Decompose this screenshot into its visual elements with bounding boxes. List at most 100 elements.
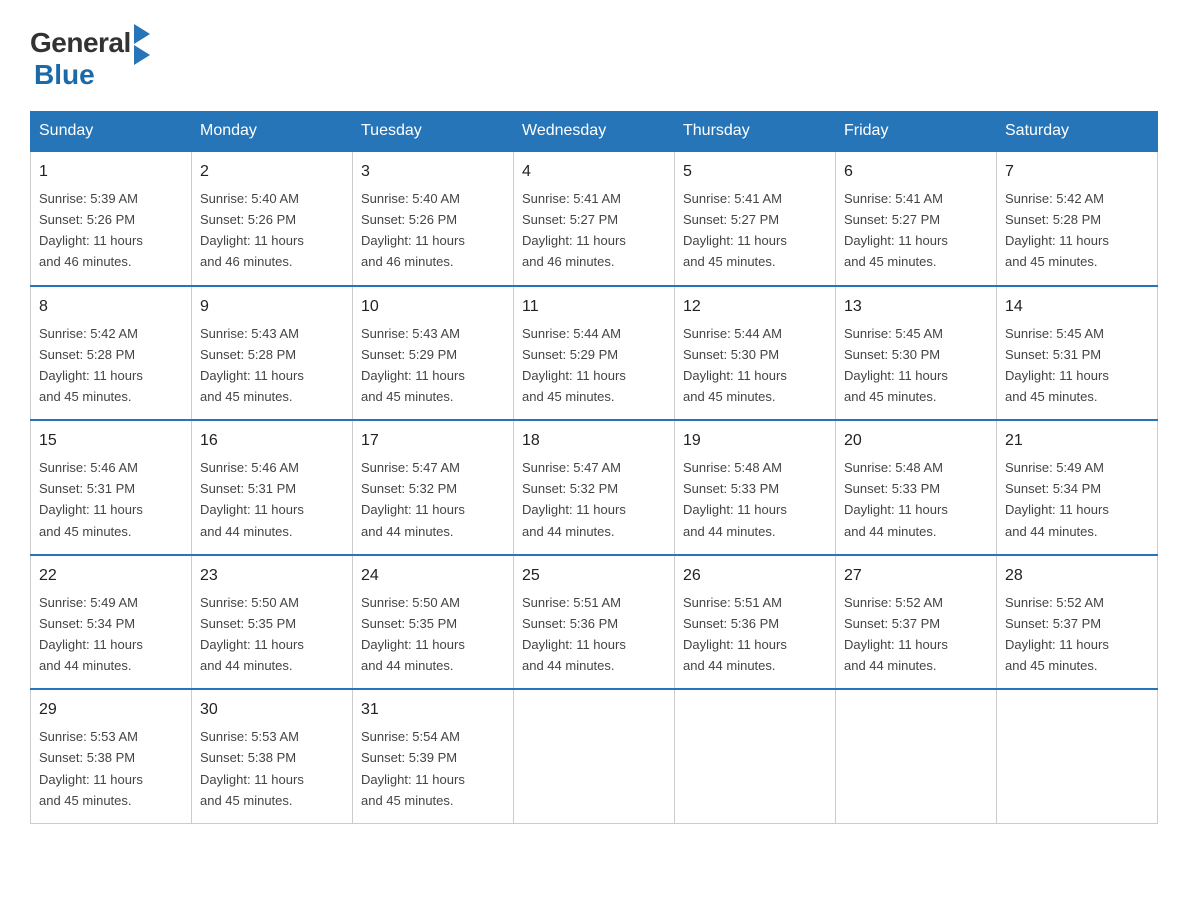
logo-general-text: General: [30, 27, 131, 59]
calendar-cell: 11 Sunrise: 5:44 AMSunset: 5:29 PMDayligh…: [514, 286, 675, 421]
calendar-cell: 8 Sunrise: 5:42 AMSunset: 5:28 PMDaylight…: [31, 286, 192, 421]
calendar-cell: 31 Sunrise: 5:54 AMSunset: 5:39 PMDayligh…: [353, 689, 514, 823]
day-number: 14: [1005, 295, 1149, 319]
day-number: 18: [522, 429, 666, 453]
day-number: 5: [683, 160, 827, 184]
day-info: Sunrise: 5:50 AMSunset: 5:35 PMDaylight:…: [200, 595, 304, 673]
day-number: 9: [200, 295, 344, 319]
day-number: 29: [39, 698, 183, 722]
calendar-cell: [836, 689, 997, 823]
calendar-week-row: 8 Sunrise: 5:42 AMSunset: 5:28 PMDaylight…: [31, 286, 1158, 421]
calendar-cell: 2Sunrise: 5:40 AMSunset: 5:26 PMDaylight…: [192, 151, 353, 286]
calendar-cell: 9 Sunrise: 5:43 AMSunset: 5:28 PMDaylight…: [192, 286, 353, 421]
day-info: Sunrise: 5:45 AMSunset: 5:30 PMDaylight:…: [844, 326, 948, 404]
day-number: 23: [200, 564, 344, 588]
day-number: 31: [361, 698, 505, 722]
logo-blue-text: Blue: [34, 59, 95, 91]
day-info: Sunrise: 5:49 AMSunset: 5:34 PMDaylight:…: [1005, 460, 1109, 538]
day-info: Sunrise: 5:48 AMSunset: 5:33 PMDaylight:…: [683, 460, 787, 538]
day-info: Sunrise: 5:49 AMSunset: 5:34 PMDaylight:…: [39, 595, 143, 673]
day-number: 11: [522, 295, 666, 319]
day-info: Sunrise: 5:53 AMSunset: 5:38 PMDaylight:…: [200, 729, 304, 807]
day-number: 7: [1005, 160, 1149, 184]
day-number: 16: [200, 429, 344, 453]
day-info: Sunrise: 5:40 AMSunset: 5:26 PMDaylight:…: [361, 191, 465, 269]
calendar-cell: [675, 689, 836, 823]
calendar-cell: [514, 689, 675, 823]
day-number: 26: [683, 564, 827, 588]
day-number: 21: [1005, 429, 1149, 453]
calendar-cell: 22 Sunrise: 5:49 AMSunset: 5:34 PMDayligh…: [31, 555, 192, 690]
day-number: 12: [683, 295, 827, 319]
calendar-cell: 16 Sunrise: 5:46 AMSunset: 5:31 PMDayligh…: [192, 420, 353, 555]
calendar-cell: 17 Sunrise: 5:47 AMSunset: 5:32 PMDayligh…: [353, 420, 514, 555]
calendar-cell: 1 Sunrise: 5:39 AMSunset: 5:26 PMDaylight…: [31, 151, 192, 286]
day-number: 25: [522, 564, 666, 588]
calendar-cell: 26 Sunrise: 5:51 AMSunset: 5:36 PMDayligh…: [675, 555, 836, 690]
calendar-cell: 29 Sunrise: 5:53 AMSunset: 5:38 PMDayligh…: [31, 689, 192, 823]
calendar-cell: 28Sunrise: 5:52 AMSunset: 5:37 PMDayligh…: [997, 555, 1158, 690]
page-header: General Blue: [30, 20, 1158, 91]
calendar-cell: 14 Sunrise: 5:45 AMSunset: 5:31 PMDayligh…: [997, 286, 1158, 421]
day-number: 15: [39, 429, 183, 453]
calendar-cell: 20 Sunrise: 5:48 AMSunset: 5:33 PMDayligh…: [836, 420, 997, 555]
day-number: 3: [361, 160, 505, 184]
calendar-week-row: 15 Sunrise: 5:46 AMSunset: 5:31 PMDayligh…: [31, 420, 1158, 555]
day-info: Sunrise: 5:44 AMSunset: 5:29 PMDaylight:…: [522, 326, 626, 404]
day-number: 30: [200, 698, 344, 722]
day-number: 28: [1005, 564, 1149, 588]
weekday-header-wednesday: Wednesday: [514, 112, 675, 152]
day-info: Sunrise: 5:47 AMSunset: 5:32 PMDaylight:…: [361, 460, 465, 538]
day-number: 13: [844, 295, 988, 319]
calendar-cell: 3 Sunrise: 5:40 AMSunset: 5:26 PMDaylight…: [353, 151, 514, 286]
weekday-header-friday: Friday: [836, 112, 997, 152]
weekday-header-monday: Monday: [192, 112, 353, 152]
day-info: Sunrise: 5:48 AMSunset: 5:33 PMDaylight:…: [844, 460, 948, 538]
day-info: Sunrise: 5:50 AMSunset: 5:35 PMDaylight:…: [361, 595, 465, 673]
day-info: Sunrise: 5:51 AMSunset: 5:36 PMDaylight:…: [683, 595, 787, 673]
calendar-cell: 13 Sunrise: 5:45 AMSunset: 5:30 PMDayligh…: [836, 286, 997, 421]
day-info: Sunrise: 5:53 AMSunset: 5:38 PMDaylight:…: [39, 729, 143, 807]
day-number: 20: [844, 429, 988, 453]
day-info: Sunrise: 5:39 AMSunset: 5:26 PMDaylight:…: [39, 191, 143, 269]
calendar-cell: 7Sunrise: 5:42 AMSunset: 5:28 PMDaylight…: [997, 151, 1158, 286]
calendar-cell: 5 Sunrise: 5:41 AMSunset: 5:27 PMDaylight…: [675, 151, 836, 286]
calendar-cell: 19Sunrise: 5:48 AMSunset: 5:33 PMDayligh…: [675, 420, 836, 555]
day-number: 17: [361, 429, 505, 453]
day-info: Sunrise: 5:54 AMSunset: 5:39 PMDaylight:…: [361, 729, 465, 807]
day-number: 27: [844, 564, 988, 588]
calendar-cell: 24 Sunrise: 5:50 AMSunset: 5:35 PMDayligh…: [353, 555, 514, 690]
day-info: Sunrise: 5:41 AMSunset: 5:27 PMDaylight:…: [844, 191, 948, 269]
calendar-cell: 30 Sunrise: 5:53 AMSunset: 5:38 PMDayligh…: [192, 689, 353, 823]
calendar-cell: 4Sunrise: 5:41 AMSunset: 5:27 PMDaylight…: [514, 151, 675, 286]
calendar-cell: 12 Sunrise: 5:44 AMSunset: 5:30 PMDayligh…: [675, 286, 836, 421]
weekday-header-tuesday: Tuesday: [353, 112, 514, 152]
day-info: Sunrise: 5:51 AMSunset: 5:36 PMDaylight:…: [522, 595, 626, 673]
logo: General Blue: [30, 20, 150, 91]
calendar-cell: 10 Sunrise: 5:43 AMSunset: 5:29 PMDayligh…: [353, 286, 514, 421]
day-number: 8: [39, 295, 183, 319]
calendar-cell: 15 Sunrise: 5:46 AMSunset: 5:31 PMDayligh…: [31, 420, 192, 555]
day-number: 22: [39, 564, 183, 588]
calendar-cell: 25 Sunrise: 5:51 AMSunset: 5:36 PMDayligh…: [514, 555, 675, 690]
day-info: Sunrise: 5:42 AMSunset: 5:28 PMDaylight:…: [39, 326, 143, 404]
weekday-header-saturday: Saturday: [997, 112, 1158, 152]
day-info: Sunrise: 5:52 AMSunset: 5:37 PMDaylight:…: [844, 595, 948, 673]
day-info: Sunrise: 5:46 AMSunset: 5:31 PMDaylight:…: [39, 460, 143, 538]
calendar-cell: [997, 689, 1158, 823]
calendar-week-row: 22 Sunrise: 5:49 AMSunset: 5:34 PMDayligh…: [31, 555, 1158, 690]
weekday-header-thursday: Thursday: [675, 112, 836, 152]
calendar-cell: 21 Sunrise: 5:49 AMSunset: 5:34 PMDayligh…: [997, 420, 1158, 555]
day-info: Sunrise: 5:44 AMSunset: 5:30 PMDaylight:…: [683, 326, 787, 404]
day-number: 10: [361, 295, 505, 319]
day-number: 24: [361, 564, 505, 588]
day-info: Sunrise: 5:46 AMSunset: 5:31 PMDaylight:…: [200, 460, 304, 538]
calendar-cell: 18Sunrise: 5:47 AMSunset: 5:32 PMDayligh…: [514, 420, 675, 555]
calendar-table: SundayMondayTuesdayWednesdayThursdayFrid…: [30, 111, 1158, 824]
weekday-header-sunday: Sunday: [31, 112, 192, 152]
day-info: Sunrise: 5:43 AMSunset: 5:29 PMDaylight:…: [361, 326, 465, 404]
day-number: 1: [39, 160, 183, 184]
day-info: Sunrise: 5:41 AMSunset: 5:27 PMDaylight:…: [683, 191, 787, 269]
day-info: Sunrise: 5:43 AMSunset: 5:28 PMDaylight:…: [200, 326, 304, 404]
day-info: Sunrise: 5:45 AMSunset: 5:31 PMDaylight:…: [1005, 326, 1109, 404]
